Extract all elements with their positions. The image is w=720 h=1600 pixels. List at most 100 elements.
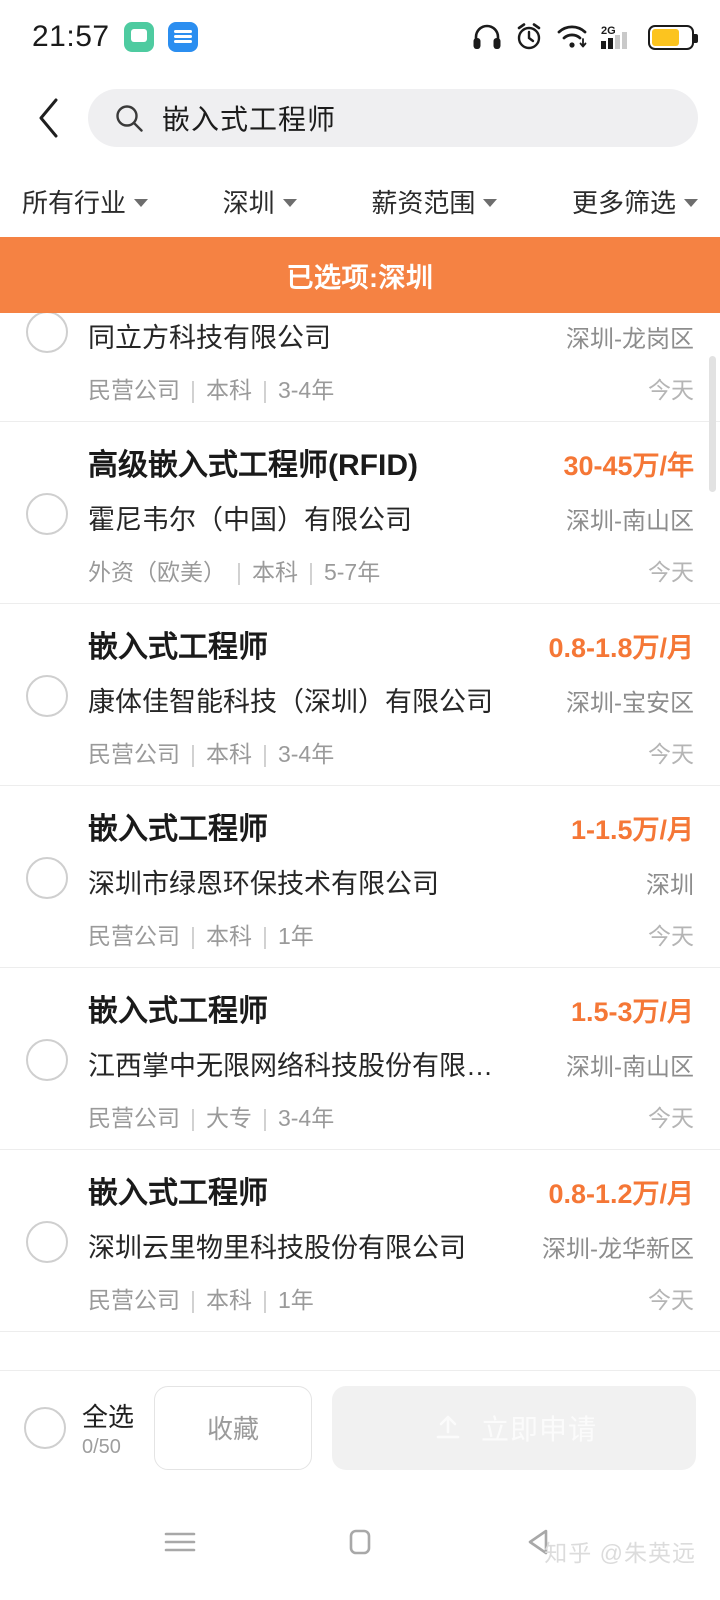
chevron-down-icon: [483, 199, 498, 207]
job-date: 今天: [648, 1105, 694, 1131]
chevron-down-icon: [683, 199, 698, 207]
job-body: 高级嵌入式工程师(RFID) 30-45万/年 霍尼韦尔（中国）有限公司 深圳-…: [88, 440, 694, 587]
job-company: 深圳市绿恩环保技术有限公司: [88, 869, 439, 899]
job-date: 今天: [648, 741, 694, 767]
job-company-line: 深圳云里物里科技股份有限公司 深圳-龙华新区: [88, 1226, 694, 1265]
job-salary: 0.8-1.8万/月: [548, 633, 694, 663]
table-row[interactable]: 嵌入式工程师 0.8-1.8万/月 康体佳智能科技（深圳）有限公司 深圳-宝安区…: [0, 604, 720, 786]
job-meta-line: 外资（欧美） | 本科 | 5-7年 今天: [88, 553, 694, 587]
home-square-icon: [349, 1529, 371, 1555]
search-input-value: 嵌入式工程师: [162, 104, 337, 135]
table-row[interactable]: 高级嵌入式工程师(RFID) 30-45万/年 霍尼韦尔（中国）有限公司 深圳-…: [0, 422, 720, 604]
radio-icon: [26, 310, 68, 353]
job-date: 今天: [648, 559, 694, 585]
radio-icon: [26, 856, 68, 899]
job-company-line: 江西掌中无限网络科技股份有限… 深圳-南山区: [88, 1044, 694, 1083]
job-tags: 外资（欧美） | 本科 | 5-7年: [88, 559, 381, 585]
job-date: 今天: [648, 923, 694, 949]
chevron-down-icon: [282, 199, 297, 207]
status-bar-clock: 21:57: [32, 20, 110, 53]
chevron-left-icon: [39, 98, 58, 138]
job-date: 今天: [648, 1287, 694, 1313]
job-meta-line: 民营公司 | 本科 | 1年 今天: [88, 1281, 694, 1315]
filter-more[interactable]: 更多筛选: [572, 183, 698, 220]
job-title: 嵌入式工程师: [88, 813, 268, 846]
job-checkbox[interactable]: [26, 804, 88, 951]
job-headline: 嵌入式工程师 0.8-1.8万/月: [88, 622, 694, 666]
status-bar: 21:57 2G: [0, 0, 720, 74]
job-location: 深圳-南山区: [566, 1054, 694, 1081]
radio-icon: [26, 492, 68, 535]
job-salary: 30-45万/年: [563, 451, 694, 481]
search-header: 嵌入式工程师: [0, 74, 720, 162]
menu-icon: [164, 1532, 196, 1552]
job-title: 高级嵌入式工程师(RFID): [88, 449, 418, 482]
job-location: 深圳-龙岗区: [566, 326, 694, 353]
job-tags: 民营公司 | 本科 | 1年: [88, 923, 314, 949]
layers-app-icon: [167, 22, 198, 52]
job-checkbox[interactable]: [26, 622, 88, 769]
select-all-control[interactable]: 全选 0/50: [24, 1397, 134, 1459]
search-input[interactable]: 嵌入式工程师: [88, 89, 698, 147]
signal-2g-icon: 2G: [601, 23, 635, 51]
toast-message: 已选项:深圳: [286, 262, 434, 293]
job-tags: 民营公司 | 本科 | 3-4年: [88, 741, 335, 767]
message-app-icon: [123, 22, 154, 52]
job-company: 霍尼韦尔（中国）有限公司: [88, 505, 412, 535]
alarm-icon: [515, 23, 543, 51]
filter-bar: 所有行业 深圳 薪资范围 更多筛选: [0, 162, 720, 240]
job-title: 嵌入式工程师: [88, 631, 268, 664]
job-title: 嵌入式工程师: [88, 995, 268, 1028]
job-body: 嵌入式工程师 1.5-3万/月 江西掌中无限网络科技股份有限… 深圳-南山区 民…: [88, 986, 694, 1133]
job-body: 嵌入式工程师 0.8-1.8万/月 康体佳智能科技（深圳）有限公司 深圳-宝安区…: [88, 622, 694, 769]
job-meta-line: 民营公司 | 本科 | 3-4年 今天: [88, 735, 694, 769]
scrollbar-thumb[interactable]: [709, 356, 716, 492]
search-icon: [116, 105, 143, 132]
job-meta-line: 民营公司 | 本科 | 1年 今天: [88, 917, 694, 951]
home-button[interactable]: [331, 1513, 389, 1571]
job-company: 康体佳智能科技（深圳）有限公司: [88, 687, 493, 717]
upload-icon: [436, 1415, 460, 1438]
filter-salary[interactable]: 薪资范围: [371, 183, 498, 220]
apply-button[interactable]: 立即申请: [332, 1385, 696, 1470]
job-checkbox[interactable]: [26, 440, 88, 587]
select-all-count: 0/50: [82, 1435, 121, 1458]
headphones-icon: [472, 24, 502, 50]
table-row[interactable]: 嵌入式工程师 1.5-3万/月 江西掌中无限网络科技股份有限… 深圳-南山区 民…: [0, 968, 720, 1150]
favorite-button-label: 收藏: [207, 1414, 260, 1444]
job-date: 今天: [648, 377, 694, 403]
job-company: 江西掌中无限网络科技股份有限…: [88, 1051, 493, 1081]
favorite-button[interactable]: 收藏: [154, 1385, 313, 1470]
watermark: 知乎 @朱英远: [544, 1540, 696, 1566]
menu-button[interactable]: [151, 1513, 209, 1571]
table-row[interactable]: 嵌入式工程师 1-1.5万/月 深圳市绿恩环保技术有限公司 深圳 民营公司 | 本科…: [0, 786, 720, 968]
filter-city[interactable]: 深圳: [223, 183, 297, 220]
job-checkbox[interactable]: [26, 1168, 88, 1315]
job-tags: 民营公司 | 大专 | 3-4年: [88, 1105, 335, 1131]
chevron-down-icon: [134, 199, 149, 207]
filter-industry[interactable]: 所有行业: [22, 183, 149, 220]
job-body: 嵌入式工程师 1-1.5万/月 深圳市绿恩环保技术有限公司 深圳 民营公司 | 本科…: [88, 804, 694, 951]
job-salary: 1-1.5万/月: [570, 815, 694, 845]
select-all-checkbox[interactable]: [24, 1406, 66, 1449]
back-button[interactable]: [22, 88, 76, 148]
wifi-icon: [556, 24, 588, 50]
svg-text:2G: 2G: [601, 25, 616, 37]
job-location: 深圳-南山区: [566, 508, 694, 535]
job-company-line: 康体佳智能科技（深圳）有限公司 深圳-宝安区: [88, 680, 694, 719]
radio-icon: [26, 674, 68, 717]
filter-salary-label: 薪资范围: [371, 187, 476, 218]
job-company-line: 同立方科技有限公司 深圳-龙岗区: [88, 316, 694, 355]
status-bar-left: 21:57: [32, 20, 198, 54]
toast-banner: 已选项:深圳: [0, 237, 720, 313]
status-bar-right: 2G: [472, 23, 698, 51]
job-meta-line: 民营公司 | 本科 | 3-4年 今天: [88, 371, 694, 405]
job-company-line: 霍尼韦尔（中国）有限公司 深圳-南山区: [88, 498, 694, 537]
job-location: 深圳: [646, 872, 694, 899]
apply-button-label: 立即申请: [481, 1413, 598, 1445]
filter-more-label: 更多筛选: [571, 187, 676, 218]
table-row[interactable]: 嵌入式工程师 0.8-1.2万/月 深圳云里物里科技股份有限公司 深圳-龙华新区…: [0, 1150, 720, 1332]
job-checkbox[interactable]: [26, 986, 88, 1133]
job-headline: 嵌入式工程师 1.5-3万/月: [88, 986, 694, 1030]
bottom-action-bar: 全选 0/50 收藏 立即申请: [0, 1370, 720, 1484]
